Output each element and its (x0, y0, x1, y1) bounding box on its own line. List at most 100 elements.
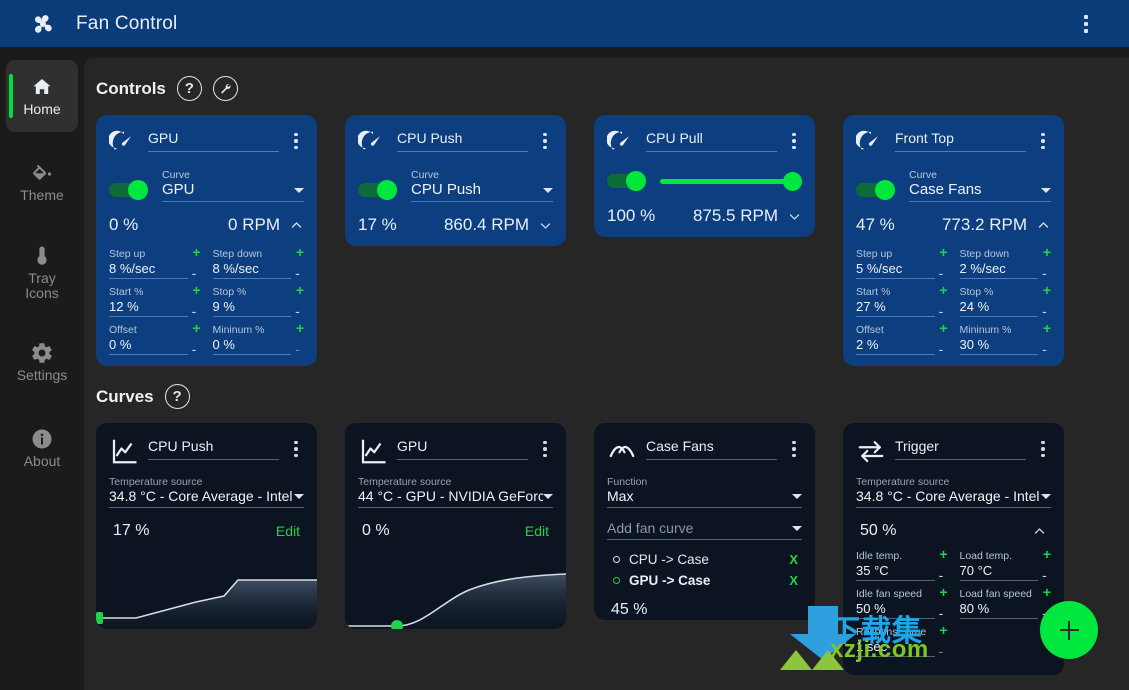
decrement-button[interactable]: - (935, 606, 948, 620)
curve-select[interactable]: Curve Case Fans (909, 169, 1051, 202)
increment-button[interactable]: + (939, 245, 947, 259)
decrement-button[interactable]: - (291, 342, 304, 356)
increment-button[interactable]: + (192, 283, 200, 297)
sidebar-item-home[interactable]: Home (6, 60, 78, 132)
temperature-source-select[interactable]: Temperature source 34.8 °C - Core Averag… (856, 476, 1051, 508)
param-value[interactable]: 1 sec (856, 639, 935, 657)
param-value[interactable]: 35 °C (856, 563, 935, 581)
curve-name-input[interactable]: Case Fans (646, 438, 777, 460)
increment-button[interactable]: + (1043, 585, 1051, 599)
param-value[interactable]: 30 % (959, 337, 1038, 355)
increment-button[interactable]: + (296, 283, 304, 297)
decrement-button[interactable]: - (935, 644, 948, 658)
increment-button[interactable]: + (192, 245, 200, 259)
curve-name-input[interactable]: Trigger (895, 438, 1026, 460)
curve-select[interactable]: Curve GPU (162, 169, 304, 202)
param-value[interactable]: 0 % (212, 337, 291, 355)
control-name-input[interactable]: GPU (148, 130, 279, 152)
list-item[interactable]: CPU -> Case X (607, 549, 802, 570)
param-value[interactable]: 24 % (959, 299, 1038, 317)
radio-icon[interactable] (613, 556, 620, 563)
control-name-field[interactable]: GPU (148, 127, 279, 152)
curve-graph-cpu-push[interactable] (96, 554, 317, 629)
question-mark-icon[interactable]: ? (164, 384, 190, 409)
curve-select[interactable]: Curve CPU Push (411, 169, 553, 202)
curve-name-field[interactable]: CPU Push (148, 435, 279, 460)
control-name-input[interactable]: CPU Push (397, 130, 528, 152)
remove-icon[interactable]: X (789, 552, 798, 567)
curve-graph-gpu[interactable] (345, 554, 566, 629)
decrement-button[interactable]: - (935, 266, 948, 280)
list-item[interactable]: GPU -> Case X (607, 570, 802, 591)
slider-thumb[interactable] (783, 171, 802, 191)
decrement-button[interactable]: - (1038, 342, 1051, 356)
control-name-field[interactable]: Front Top (895, 127, 1026, 152)
decrement-button[interactable]: - (188, 304, 201, 318)
param-value[interactable]: 2 %/sec (959, 261, 1038, 279)
curve-name-input[interactable]: CPU Push (148, 438, 279, 460)
param-value[interactable]: 8 %/sec (109, 261, 188, 279)
add-button[interactable] (1040, 601, 1098, 659)
increment-button[interactable]: + (939, 547, 947, 561)
increment-button[interactable]: + (1043, 245, 1051, 259)
decrement-button[interactable]: - (935, 568, 948, 582)
kebab-menu-icon[interactable] (1075, 13, 1097, 35)
decrement-button[interactable]: - (188, 342, 201, 356)
sidebar-item-about[interactable]: About (6, 412, 78, 484)
function-select[interactable]: Function Max (607, 476, 802, 508)
slider-track[interactable] (660, 178, 786, 184)
curve-name-input[interactable]: GPU (397, 438, 528, 460)
card-menu-icon[interactable] (1035, 439, 1051, 459)
card-menu-icon[interactable] (786, 131, 802, 151)
sidebar-item-settings[interactable]: Settings (6, 326, 78, 398)
param-value[interactable]: 9 % (212, 299, 291, 317)
edit-button[interactable]: Edit (525, 523, 549, 539)
param-value[interactable]: 2 % (856, 337, 935, 355)
speed-slider[interactable] (660, 169, 802, 193)
decrement-button[interactable]: - (188, 266, 201, 280)
card-menu-icon[interactable] (786, 439, 802, 459)
increment-button[interactable]: + (296, 245, 304, 259)
increment-button[interactable]: + (939, 623, 947, 637)
control-name-input[interactable]: CPU Pull (646, 130, 777, 152)
decrement-button[interactable]: - (935, 304, 948, 318)
card-menu-icon[interactable] (537, 439, 553, 459)
card-menu-icon[interactable] (537, 131, 553, 151)
increment-button[interactable]: + (939, 321, 947, 335)
curve-name-field[interactable]: Case Fans (646, 435, 777, 460)
card-menu-icon[interactable] (288, 131, 304, 151)
decrement-button[interactable]: - (291, 304, 304, 318)
increment-button[interactable]: + (939, 585, 947, 599)
param-value[interactable]: 5 %/sec (856, 261, 935, 279)
sidebar-item-theme[interactable]: Theme (6, 146, 78, 218)
param-value[interactable]: 50 % (856, 601, 935, 619)
param-value[interactable]: 27 % (856, 299, 935, 317)
increment-button[interactable]: + (1043, 547, 1051, 561)
param-value[interactable]: 12 % (109, 299, 188, 317)
add-fan-curve-select[interactable]: Add fan curve (607, 520, 802, 540)
increment-button[interactable]: + (296, 321, 304, 335)
param-value[interactable]: 70 °C (959, 563, 1038, 581)
chevron-up-icon[interactable] (1036, 218, 1051, 233)
increment-button[interactable]: + (1043, 321, 1051, 335)
param-value[interactable]: 0 % (109, 337, 188, 355)
card-menu-icon[interactable] (288, 439, 304, 459)
question-mark-icon[interactable]: ? (176, 76, 202, 101)
decrement-button[interactable]: - (1038, 266, 1051, 280)
control-name-field[interactable]: CPU Pull (646, 127, 777, 152)
temperature-source-select[interactable]: Temperature source 44 °C - GPU - NVIDIA … (358, 476, 553, 508)
increment-button[interactable]: + (1043, 283, 1051, 297)
wrench-icon[interactable] (212, 76, 238, 101)
control-enable-toggle[interactable] (607, 171, 649, 191)
edit-button[interactable]: Edit (276, 523, 300, 539)
curve-name-field[interactable]: Trigger (895, 435, 1026, 460)
param-value[interactable]: 80 % (959, 601, 1038, 619)
increment-button[interactable]: + (939, 283, 947, 297)
sidebar-item-tray-icons[interactable]: Tray Icons (6, 232, 78, 312)
decrement-button[interactable]: - (1038, 568, 1051, 582)
control-enable-toggle[interactable] (109, 180, 151, 200)
decrement-button[interactable]: - (1038, 304, 1051, 318)
remove-icon[interactable]: X (789, 573, 798, 588)
control-enable-toggle[interactable] (856, 180, 898, 200)
card-menu-icon[interactable] (1035, 131, 1051, 151)
